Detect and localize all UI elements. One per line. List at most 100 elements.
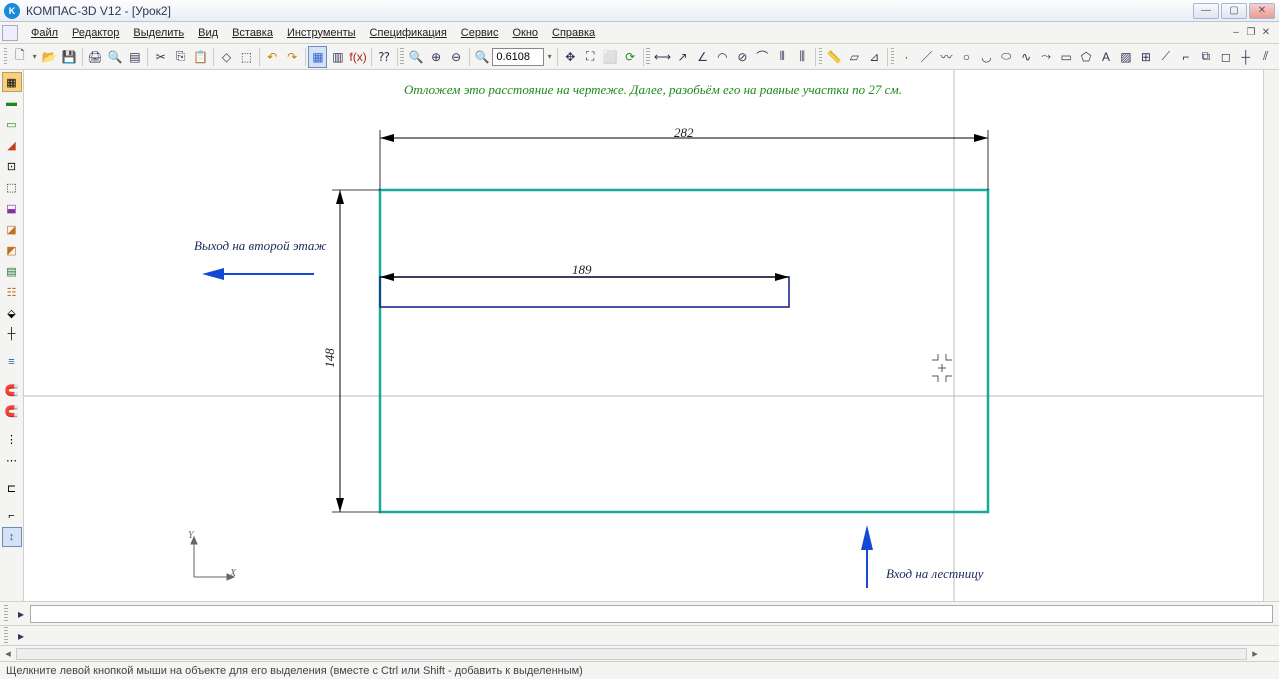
- redraw-button[interactable]: ⟳: [621, 46, 640, 68]
- rail-reports-icon[interactable]: ☷: [2, 282, 22, 302]
- rail-snap2-icon[interactable]: 🧲: [2, 401, 22, 421]
- ellipse-button[interactable]: ⬭: [997, 46, 1016, 68]
- props-grip[interactable]: [4, 627, 8, 645]
- toolbar-grip-5[interactable]: [891, 48, 894, 66]
- zoom-window-button[interactable]: 🔍: [407, 46, 426, 68]
- zoom-out-button[interactable]: ⊖: [447, 46, 466, 68]
- print-button[interactable]: 🖨: [86, 46, 105, 68]
- doc-restore-button[interactable]: ❐: [1244, 26, 1258, 40]
- undo-button[interactable]: ↶: [263, 46, 282, 68]
- rail-select-icon[interactable]: ⬚: [2, 177, 22, 197]
- measure-area-button[interactable]: ▱: [845, 46, 864, 68]
- zoom-dropdown[interactable]: ▾: [545, 52, 553, 61]
- line-button[interactable]: ／: [917, 46, 936, 68]
- doc-close-button[interactable]: ✕: [1259, 26, 1273, 40]
- copy-button[interactable]: ⎘: [171, 46, 190, 68]
- dim-radial-button[interactable]: ◠: [713, 46, 732, 68]
- dim-diameter-button[interactable]: ⊘: [733, 46, 752, 68]
- spline-button[interactable]: ∿: [1017, 46, 1036, 68]
- redo-button[interactable]: ↷: [283, 46, 302, 68]
- dim-baseline-button[interactable]: ⫴: [773, 46, 792, 68]
- zoom-realtime-button[interactable]: 🔍: [472, 46, 491, 68]
- menu-view[interactable]: Вид: [191, 25, 225, 41]
- menu-edit[interactable]: Редактор: [65, 25, 126, 41]
- dim-chain-button[interactable]: ⫼: [793, 46, 812, 68]
- rail-views-icon[interactable]: ⊡: [2, 156, 22, 176]
- dim-arc-button[interactable]: ⌒: [753, 46, 772, 68]
- axis-button[interactable]: ┼: [1236, 46, 1255, 68]
- drawing-mgr-button[interactable]: ▤: [125, 46, 144, 68]
- table-button[interactable]: ⊞: [1136, 46, 1155, 68]
- save-button[interactable]: 💾: [60, 46, 79, 68]
- rail-insert-icon[interactable]: ⬙: [2, 303, 22, 323]
- doc-minimize-button[interactable]: –: [1229, 26, 1243, 40]
- vertical-scrollbar[interactable]: [1263, 70, 1279, 611]
- document-menu-icon[interactable]: [2, 25, 18, 41]
- toolbar-grip-3[interactable]: [646, 48, 649, 66]
- paste-button[interactable]: 📋: [191, 46, 210, 68]
- menu-tools[interactable]: Инструменты: [280, 25, 363, 41]
- toolbar-grip[interactable]: [4, 48, 7, 66]
- menu-spec[interactable]: Спецификация: [363, 25, 454, 41]
- circle-button[interactable]: ○: [957, 46, 976, 68]
- new-button[interactable]: 🗋: [10, 46, 29, 68]
- bezier-button[interactable]: ⤳: [1037, 46, 1056, 68]
- point-button[interactable]: ·: [897, 46, 916, 68]
- hatch-button[interactable]: ▨: [1117, 46, 1136, 68]
- layers-button[interactable]: ▥: [328, 46, 347, 68]
- maximize-button[interactable]: ▢: [1221, 3, 1247, 19]
- text-button[interactable]: A: [1097, 46, 1116, 68]
- chamfer-button[interactable]: ⟋: [1156, 46, 1175, 68]
- rail-geometry-icon[interactable]: ▦: [2, 72, 22, 92]
- eraser-button[interactable]: ◇: [217, 46, 236, 68]
- contour-button[interactable]: ◻: [1216, 46, 1235, 68]
- command-input[interactable]: [30, 605, 1273, 623]
- menu-help[interactable]: Справка: [545, 25, 602, 41]
- polygon-button[interactable]: ⬠: [1077, 46, 1096, 68]
- rail-aux3-icon[interactable]: ⊏: [2, 478, 22, 498]
- close-button[interactable]: ✕: [1249, 3, 1275, 19]
- fillet-button[interactable]: ⌐: [1176, 46, 1195, 68]
- dim-angular-button[interactable]: ∠: [693, 46, 712, 68]
- help-cursor-button[interactable]: ⁇: [375, 46, 394, 68]
- rail-construct-icon[interactable]: ┼: [2, 324, 22, 344]
- rail-assoc-icon[interactable]: ◩: [2, 240, 22, 260]
- cmd-toggle-icon[interactable]: ▸: [12, 605, 30, 623]
- zoom-value-field[interactable]: 0.6108: [492, 48, 544, 66]
- stamp-button[interactable]: ⬚: [237, 46, 256, 68]
- measure-angle-button[interactable]: ⊿: [865, 46, 884, 68]
- offset-button[interactable]: ⧉: [1196, 46, 1215, 68]
- new-dropdown[interactable]: ▾: [30, 52, 38, 61]
- toolbar-grip-2[interactable]: [400, 48, 403, 66]
- rectangle-button[interactable]: ▭: [1057, 46, 1076, 68]
- rail-aux4-icon[interactable]: ⌐: [2, 506, 22, 526]
- polyline-button[interactable]: 〰: [937, 46, 956, 68]
- dim-linear-button[interactable]: ⟷: [653, 46, 672, 68]
- variables-button[interactable]: f(x): [348, 46, 367, 68]
- rail-params-icon[interactable]: ⬓: [2, 198, 22, 218]
- open-button[interactable]: 📂: [40, 46, 59, 68]
- rail-measure-icon[interactable]: ◪: [2, 219, 22, 239]
- properties-button[interactable]: ▦: [308, 46, 327, 68]
- rail-symbols-icon[interactable]: ◢: [2, 135, 22, 155]
- rail-aux1-icon[interactable]: ⋮: [2, 429, 22, 449]
- rail-aux5-icon[interactable]: ↕: [2, 527, 22, 547]
- dim-aligned-button[interactable]: ↗: [673, 46, 692, 68]
- menu-service[interactable]: Сервис: [454, 25, 506, 41]
- cmd-grip[interactable]: [4, 605, 8, 623]
- rail-spec-icon[interactable]: ▤: [2, 261, 22, 281]
- toolbar-grip-4[interactable]: [819, 48, 822, 66]
- zoom-fit-button[interactable]: ⛶: [581, 46, 600, 68]
- rail-dims-icon[interactable]: ▭: [2, 114, 22, 134]
- minimize-button[interactable]: —: [1193, 3, 1219, 19]
- measure-dist-button[interactable]: 📏: [825, 46, 844, 68]
- arc-button[interactable]: ◡: [977, 46, 996, 68]
- menu-insert[interactable]: Вставка: [225, 25, 280, 41]
- zoom-in-button[interactable]: ⊕: [427, 46, 446, 68]
- horizontal-scrollbar[interactable]: ◂ ▸: [0, 645, 1279, 661]
- rail-edit-icon[interactable]: ▬: [2, 93, 22, 113]
- pan-button[interactable]: ✥: [561, 46, 580, 68]
- menu-file[interactable]: Файл: [24, 25, 65, 41]
- rail-snap-icon[interactable]: 🧲: [2, 380, 22, 400]
- cut-button[interactable]: ✂: [151, 46, 170, 68]
